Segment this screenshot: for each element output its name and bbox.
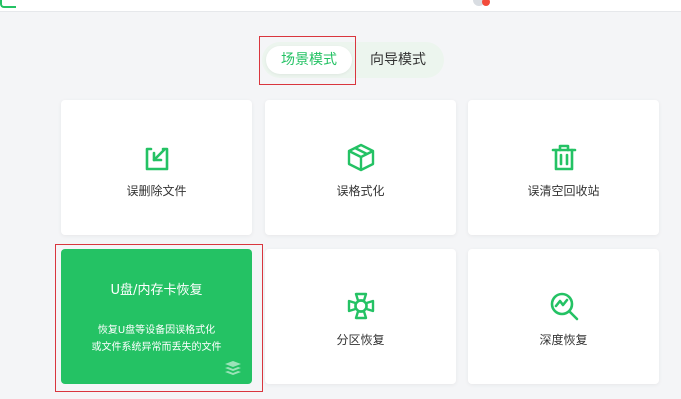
top-bar: [0, 0, 681, 12]
trash-icon: [551, 144, 576, 171]
mode-switch: 场景模式 向导模式: [262, 42, 444, 78]
card-label: 误格式化: [336, 184, 385, 198]
card-format[interactable]: 误格式化: [265, 100, 456, 235]
card-deleted-files[interactable]: 误删除文件: [61, 100, 252, 235]
magnifier-chart-icon: [550, 292, 578, 321]
notification-badge: [482, 0, 490, 6]
layers-icon: [225, 361, 241, 375]
card-label: 深度恢复: [539, 333, 588, 347]
card-usb-memory-recovery[interactable]: U盘/内存卡恢复 恢复U盘等设备因误格式化 或文件系统异常而丢失的文件: [61, 249, 252, 384]
file-restore-icon: [145, 147, 168, 171]
card-title: U盘/内存卡恢复: [110, 283, 203, 298]
cube-icon: [347, 143, 374, 172]
card-desc-line1: 恢复U盘等设备因误格式化: [97, 325, 216, 336]
card-label: 误删除文件: [126, 184, 187, 198]
tab-wizard-mode[interactable]: 向导模式: [358, 42, 438, 78]
card-deep-recovery[interactable]: 深度恢复: [468, 249, 659, 384]
card-label: 分区恢复: [336, 333, 385, 347]
lifebuoy-icon: [347, 292, 374, 320]
card-label: 误清空回收站: [527, 184, 600, 198]
card-desc-line2: 或文件系统异常而丢失的文件: [91, 342, 222, 353]
tab-scene-mode[interactable]: 场景模式: [266, 46, 352, 74]
card-partition-recovery[interactable]: 分区恢复: [265, 249, 456, 384]
card-recycle-bin[interactable]: 误清空回收站: [468, 100, 659, 235]
logo: [0, 0, 16, 8]
